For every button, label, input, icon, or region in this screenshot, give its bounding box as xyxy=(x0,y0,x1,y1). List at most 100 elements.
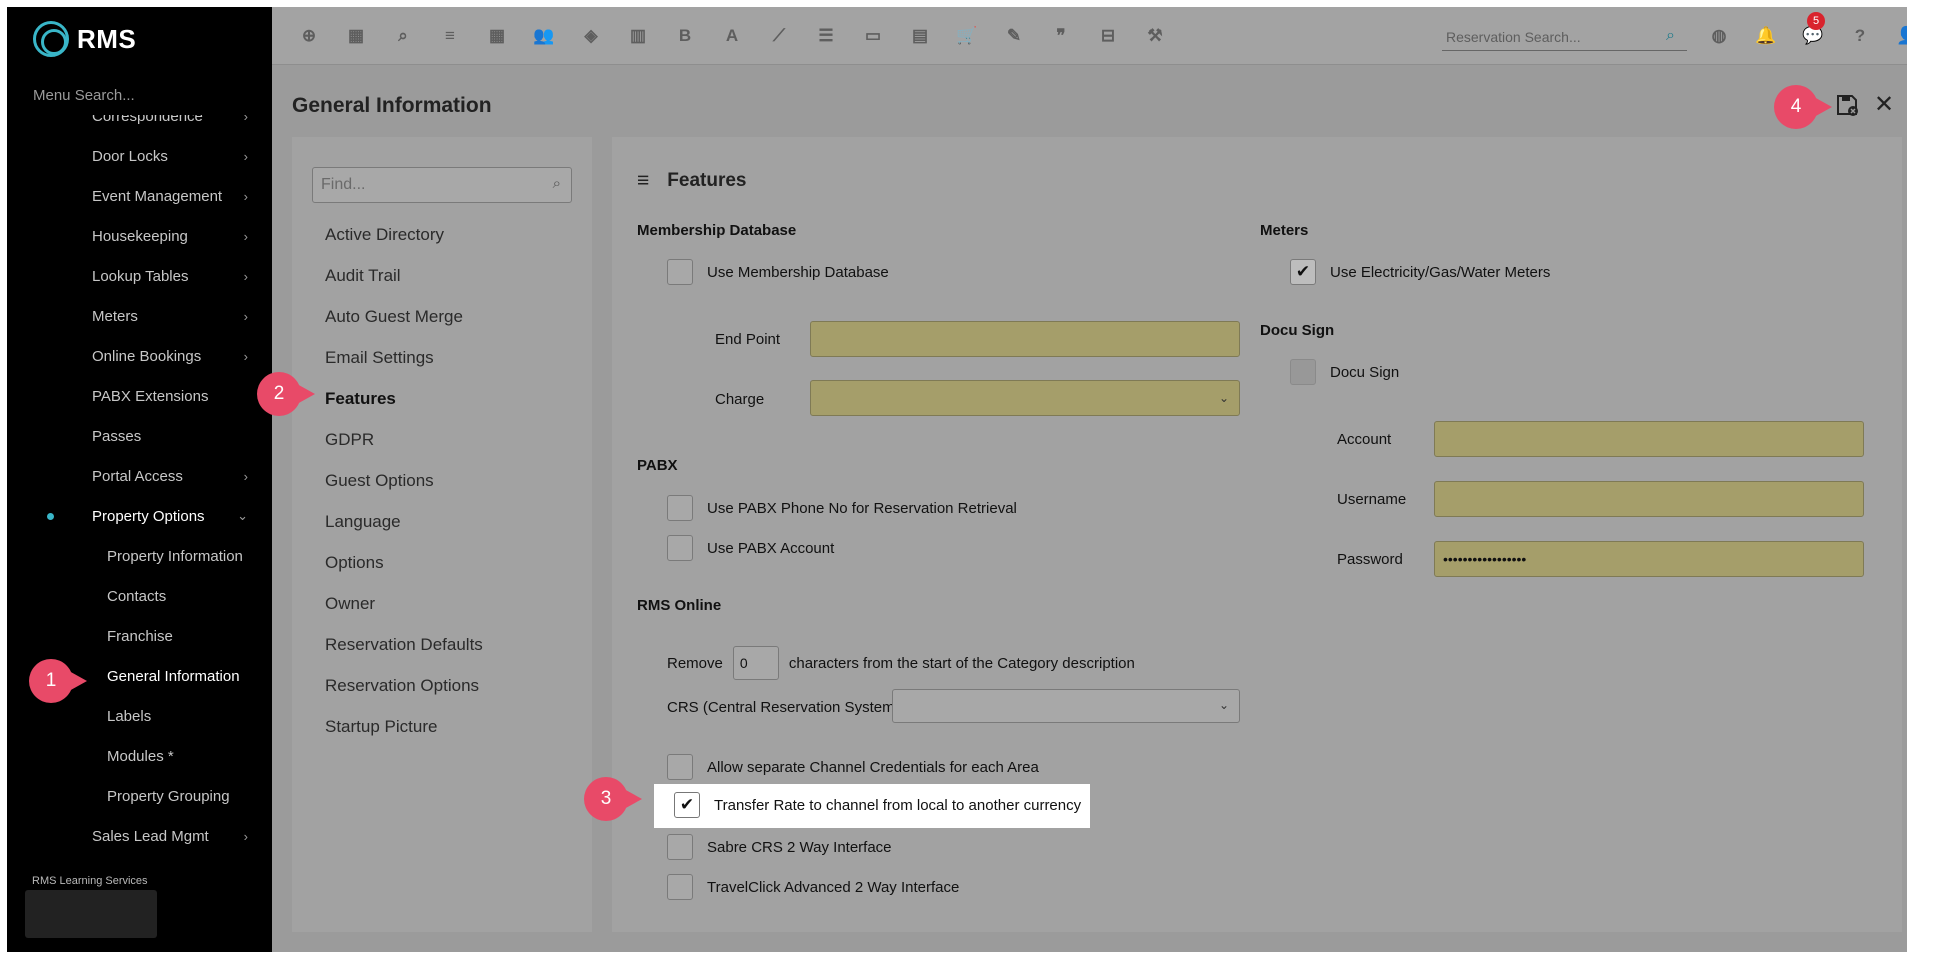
pabx-account-checkbox[interactable] xyxy=(667,535,693,561)
nav-item-language[interactable]: Language xyxy=(325,512,401,532)
search-icon[interactable]: ⌕ xyxy=(391,24,415,48)
checklist-icon[interactable]: ☰ xyxy=(814,24,838,48)
charge-select[interactable]: ⌄ xyxy=(810,380,1240,416)
add-icon[interactable]: ⊕ xyxy=(297,24,321,48)
remove-chars-input[interactable]: 0 xyxy=(732,646,779,680)
quote-icon[interactable]: ❞ xyxy=(1049,24,1073,48)
transfer-rate-checkbox[interactable]: ✔ xyxy=(674,792,700,818)
chevron-down-icon: ⌄ xyxy=(237,508,248,523)
chevron-right-icon: › xyxy=(243,115,248,124)
pabx-phone-checkbox[interactable] xyxy=(667,495,693,521)
pabx-account-row: Use PABX Account xyxy=(667,535,834,561)
sidebar-item-portal-access[interactable]: Portal Access › xyxy=(7,456,272,496)
sliders-icon[interactable]: ≡ xyxy=(438,24,462,48)
hamburger-icon[interactable]: ≡ xyxy=(637,169,649,193)
nav-item-gdpr[interactable]: GDPR xyxy=(325,430,374,450)
nav-item-auto-guest-merge[interactable]: Auto Guest Merge xyxy=(325,307,463,327)
sabre-checkbox[interactable] xyxy=(667,834,693,860)
travelclick-checkbox[interactable] xyxy=(667,874,693,900)
close-icon[interactable]: ✕ xyxy=(1874,90,1894,119)
sidebar-item-lookup-tables[interactable]: Lookup Tables › xyxy=(7,256,272,296)
top-toolbar: ⊕ ▦ ⌕ ≡ ▦ 👥 ◈ ▥ B A ⟋ ☰ ▭ ▤ 🛒 ✎ ❞ ⊟ ⚒ Re… xyxy=(272,7,1907,65)
help-icon[interactable]: ? xyxy=(1848,24,1872,48)
sidebar-item-contacts[interactable]: Contacts xyxy=(7,576,272,616)
hammer-icon[interactable]: ⚒ xyxy=(1143,24,1167,48)
sidebar-item-meters[interactable]: Meters › xyxy=(7,296,272,336)
sidebar-item-housekeeping[interactable]: Housekeeping › xyxy=(7,216,272,256)
nav-item-active-directory[interactable]: Active Directory xyxy=(325,225,444,245)
sidebar-item-property-grouping[interactable]: Property Grouping xyxy=(7,776,272,816)
report-icon[interactable]: ▤ xyxy=(908,24,932,48)
logo-icon xyxy=(33,21,69,57)
chevron-right-icon: › xyxy=(243,148,248,164)
nav-item-options[interactable]: Options xyxy=(325,553,384,573)
sidebar-item-sales-lead-mgmt[interactable]: Sales Lead Mgmt › xyxy=(7,816,272,855)
sidebar-footer: RMS Learning Services xyxy=(32,875,148,887)
card-icon[interactable]: ▭ xyxy=(861,24,885,48)
bold-icon[interactable]: B xyxy=(673,24,697,48)
sidebar-item-franchise[interactable]: Franchise xyxy=(7,616,272,656)
text-icon[interactable]: A xyxy=(720,24,744,48)
map-icon[interactable]: ▥ xyxy=(626,24,650,48)
search-icon: ⌕ xyxy=(552,175,561,192)
crs-label: CRS (Central Reservation System) xyxy=(667,699,900,716)
docusign-label: Docu Sign xyxy=(1330,363,1400,381)
guests-icon[interactable]: 👥 xyxy=(532,24,556,48)
nav-item-startup-picture[interactable]: Startup Picture xyxy=(325,717,437,737)
username-label: Username xyxy=(1337,491,1407,508)
grid-icon[interactable]: ▦ xyxy=(485,24,509,48)
sidebar-item-online-bookings[interactable]: Online Bookings › xyxy=(7,336,272,376)
allow-separate-label: Allow separate Channel Credentials for e… xyxy=(707,758,1039,776)
nav-item-owner[interactable]: Owner xyxy=(325,594,375,614)
bed-icon[interactable]: ⊟ xyxy=(1096,24,1120,48)
nav-item-reservation-defaults[interactable]: Reservation Defaults xyxy=(325,635,483,655)
callout-3: 3 xyxy=(584,777,642,821)
sidebar-item-correspondence[interactable]: Correspondence › xyxy=(7,115,272,136)
find-input[interactable]: Find... ⌕ xyxy=(312,167,572,203)
user-profile-block[interactable] xyxy=(25,890,157,938)
password-field[interactable]: ••••••••••••••••• xyxy=(1434,541,1864,577)
account-field[interactable] xyxy=(1434,421,1864,457)
calendar-icon[interactable]: ▦ xyxy=(344,24,368,48)
nav-item-features[interactable]: Features xyxy=(325,389,396,409)
end-point-field[interactable] xyxy=(810,321,1240,357)
nav-item-audit-trail[interactable]: Audit Trail xyxy=(325,266,401,286)
globe-icon[interactable]: ◍ xyxy=(1707,24,1731,48)
chevron-right-icon: › xyxy=(243,828,248,844)
use-meters-row: ✔ Use Electricity/Gas/Water Meters xyxy=(1290,259,1550,285)
membership-heading: Membership Database xyxy=(637,222,797,239)
user-icon[interactable]: 👤 xyxy=(1895,24,1907,48)
nav-item-reservation-options[interactable]: Reservation Options xyxy=(325,676,479,696)
docusign-checkbox[interactable] xyxy=(1290,359,1316,385)
sidebar-item-pabx-extensions[interactable]: PABX Extensions xyxy=(7,376,272,416)
map-pin-icon[interactable]: ◈ xyxy=(579,24,603,48)
chevron-right-icon: › xyxy=(243,348,248,364)
username-field[interactable] xyxy=(1434,481,1864,517)
callout-1: 1 xyxy=(29,659,87,703)
transfer-rate-row: ✔ Transfer Rate to channel from local to… xyxy=(674,792,1081,818)
menu-search-input[interactable]: Menu Search... xyxy=(33,87,135,104)
sabre-row: Sabre CRS 2 Way Interface xyxy=(667,834,892,860)
use-meters-checkbox[interactable]: ✔ xyxy=(1290,259,1316,285)
bell-icon[interactable]: 🔔 xyxy=(1754,24,1778,48)
sidebar-item-event-management[interactable]: Event Management › xyxy=(7,176,272,216)
save-icon[interactable] xyxy=(1835,93,1861,119)
chart-icon[interactable]: ⟋ xyxy=(767,24,791,48)
voucher-icon[interactable]: ✎ xyxy=(1002,24,1026,48)
sidebar-item-passes[interactable]: Passes xyxy=(7,416,272,456)
sidebar-item-modules[interactable]: Modules * xyxy=(7,736,272,776)
sidebar-item-property-information[interactable]: Property Information xyxy=(7,536,272,576)
nav-item-email-settings[interactable]: Email Settings xyxy=(325,348,434,368)
crs-select[interactable]: ⌄ xyxy=(892,689,1240,723)
reservation-search-input[interactable]: Reservation Search... ⌕ xyxy=(1442,23,1687,51)
sidebar-item-door-locks[interactable]: Door Locks › xyxy=(7,136,272,176)
search-icon[interactable]: ⌕ xyxy=(1666,27,1675,45)
nav-item-guest-options[interactable]: Guest Options xyxy=(325,471,434,491)
use-membership-checkbox[interactable] xyxy=(667,259,693,285)
chevron-right-icon: › xyxy=(243,308,248,324)
sidebar-item-property-options[interactable]: Property Options ⌄ xyxy=(7,496,272,536)
allow-separate-checkbox[interactable] xyxy=(667,754,693,780)
use-meters-label: Use Electricity/Gas/Water Meters xyxy=(1330,263,1551,281)
rms-logo[interactable]: RMS xyxy=(33,19,136,59)
cart-icon[interactable]: 🛒 xyxy=(955,24,979,48)
